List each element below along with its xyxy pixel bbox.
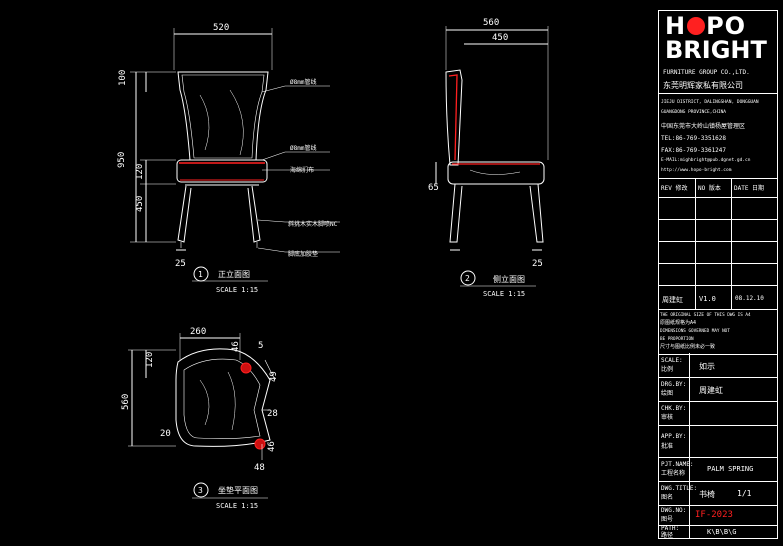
dim-plan-back: 120	[145, 352, 155, 368]
note-leg: 斜挑木实木脚喷NC	[288, 220, 338, 228]
note-pipe-1: Ø8mm管线	[290, 78, 316, 86]
view3-scale: SCALE 1:15	[216, 502, 258, 510]
front-backrest	[177, 71, 269, 161]
dim-plan-28: 28	[267, 409, 278, 419]
view1-number: 1	[198, 270, 203, 279]
dim-front-leg: 450	[135, 196, 145, 212]
view1-scale: SCALE 1:15	[216, 286, 258, 294]
field-path: PATH: 路径 K\B\B\G	[661, 525, 737, 539]
rev-version: V1.0	[699, 295, 716, 303]
plan-outline	[175, 348, 271, 447]
side-backrest	[445, 69, 463, 166]
rev-header-date: DATE 日期	[734, 185, 765, 192]
company-group: FURNITURE GROUP CO.,LTD.	[663, 69, 750, 76]
field-drawing-no: DWG.NO: 图号 IF-2023	[659, 505, 777, 526]
dim-front-seat: 120	[135, 164, 145, 180]
company-tel: TEL:86-769-3351628	[661, 135, 727, 142]
front-leg-left	[177, 185, 192, 243]
company-address-en-1: JIEJU DISTRICT, DALINGSHAN, DONGGUAN	[661, 100, 759, 105]
dim-side-back: 450	[492, 33, 508, 43]
rev-date: 08.12.10	[735, 295, 764, 302]
dim-plan-46b: 46	[267, 441, 277, 452]
dim-plan-46a: 46	[231, 341, 241, 352]
dim-front-total: 950	[117, 152, 127, 168]
dim-plan-20: 20	[160, 429, 171, 439]
dim-plan-width: 260	[190, 327, 206, 337]
company-name-cn: 东莞明辉家私有限公司	[663, 81, 743, 90]
dim-plan-49: 49	[269, 371, 279, 382]
dim-plan-48: 48	[254, 463, 265, 473]
field-project-name: PJT.NAME: 工程名称 PALM SPRING	[659, 457, 777, 482]
dim-plan-depth: 560	[121, 394, 131, 410]
company-email: E-MAIL:mighbright@pub.dgnet.gd.cn	[661, 158, 751, 163]
company-web: http://www.hopo-bright.com	[661, 168, 732, 173]
plan-marker-top	[240, 362, 252, 374]
side-leg-front	[529, 183, 544, 243]
front-leg-right	[247, 185, 261, 243]
field-scale: SCALE: 比例 如示	[659, 353, 777, 378]
company-address-cn: 中国东莞市大岭山镇杨屋管理区	[661, 123, 746, 130]
title-block: H PO BRIGHT FURNITURE GROUP CO.,LTD. 东莞明辉…	[658, 10, 778, 539]
side-elevation	[435, 26, 549, 287]
field-checked-by: CHK.BY: 审核	[659, 401, 777, 426]
view2-title: 侧立面图	[493, 274, 525, 284]
note-sponge: 海绵扪布	[290, 166, 314, 174]
front-elevation	[130, 28, 340, 282]
dim-front-top: 100	[118, 70, 128, 86]
field-drawing-title: DWG.TITLE: 图名 书椅 1/1	[659, 481, 777, 506]
logo-bright: BRIGHT	[665, 36, 767, 64]
rev-name: 周建虹	[662, 296, 683, 304]
rev-header-rev: REV 修改	[661, 185, 688, 192]
view3-title: 坐垫平面图	[218, 485, 258, 495]
note-pipe-2: Ø8mm管线	[290, 144, 316, 152]
view1-title: 正立面图	[218, 269, 250, 279]
view2-number: 2	[465, 274, 470, 283]
note-pad: 脚底加胶垫	[288, 250, 318, 258]
field-approved-by: APP.BY: 批准	[659, 425, 777, 458]
side-leg-back	[449, 183, 463, 243]
dim-front-width: 520	[213, 23, 229, 33]
dim-side-foot: 25	[532, 259, 543, 269]
dim-side-depth: 560	[483, 18, 499, 28]
rev-header-no: NO 版本	[698, 185, 721, 192]
dim-plan-5: 5	[258, 341, 263, 351]
field-drawn-by: DRG.BY: 绘图 周建虹	[659, 377, 777, 402]
revision-table: REV 修改 NO 版本 DATE 日期 周建虹 V1.0 08.12.10	[659, 178, 777, 310]
dim-front-foot: 25	[175, 259, 186, 269]
view3-number: 3	[198, 486, 203, 495]
company-address-en-2: GUANGDONG PROVINCE,CHINA	[661, 110, 727, 115]
plan-marker-bottom	[254, 438, 266, 450]
side-seat	[447, 161, 545, 185]
company-logo: H PO BRIGHT	[665, 12, 767, 64]
dim-side-seat: 65	[428, 183, 439, 193]
notes: THE ORIGINAL SIZE OF THIS DWG IS A4 原图纸规…	[659, 309, 777, 355]
view2-scale: SCALE 1:15	[483, 290, 525, 298]
company-fax: FAX:86-769-3361247	[661, 147, 727, 154]
